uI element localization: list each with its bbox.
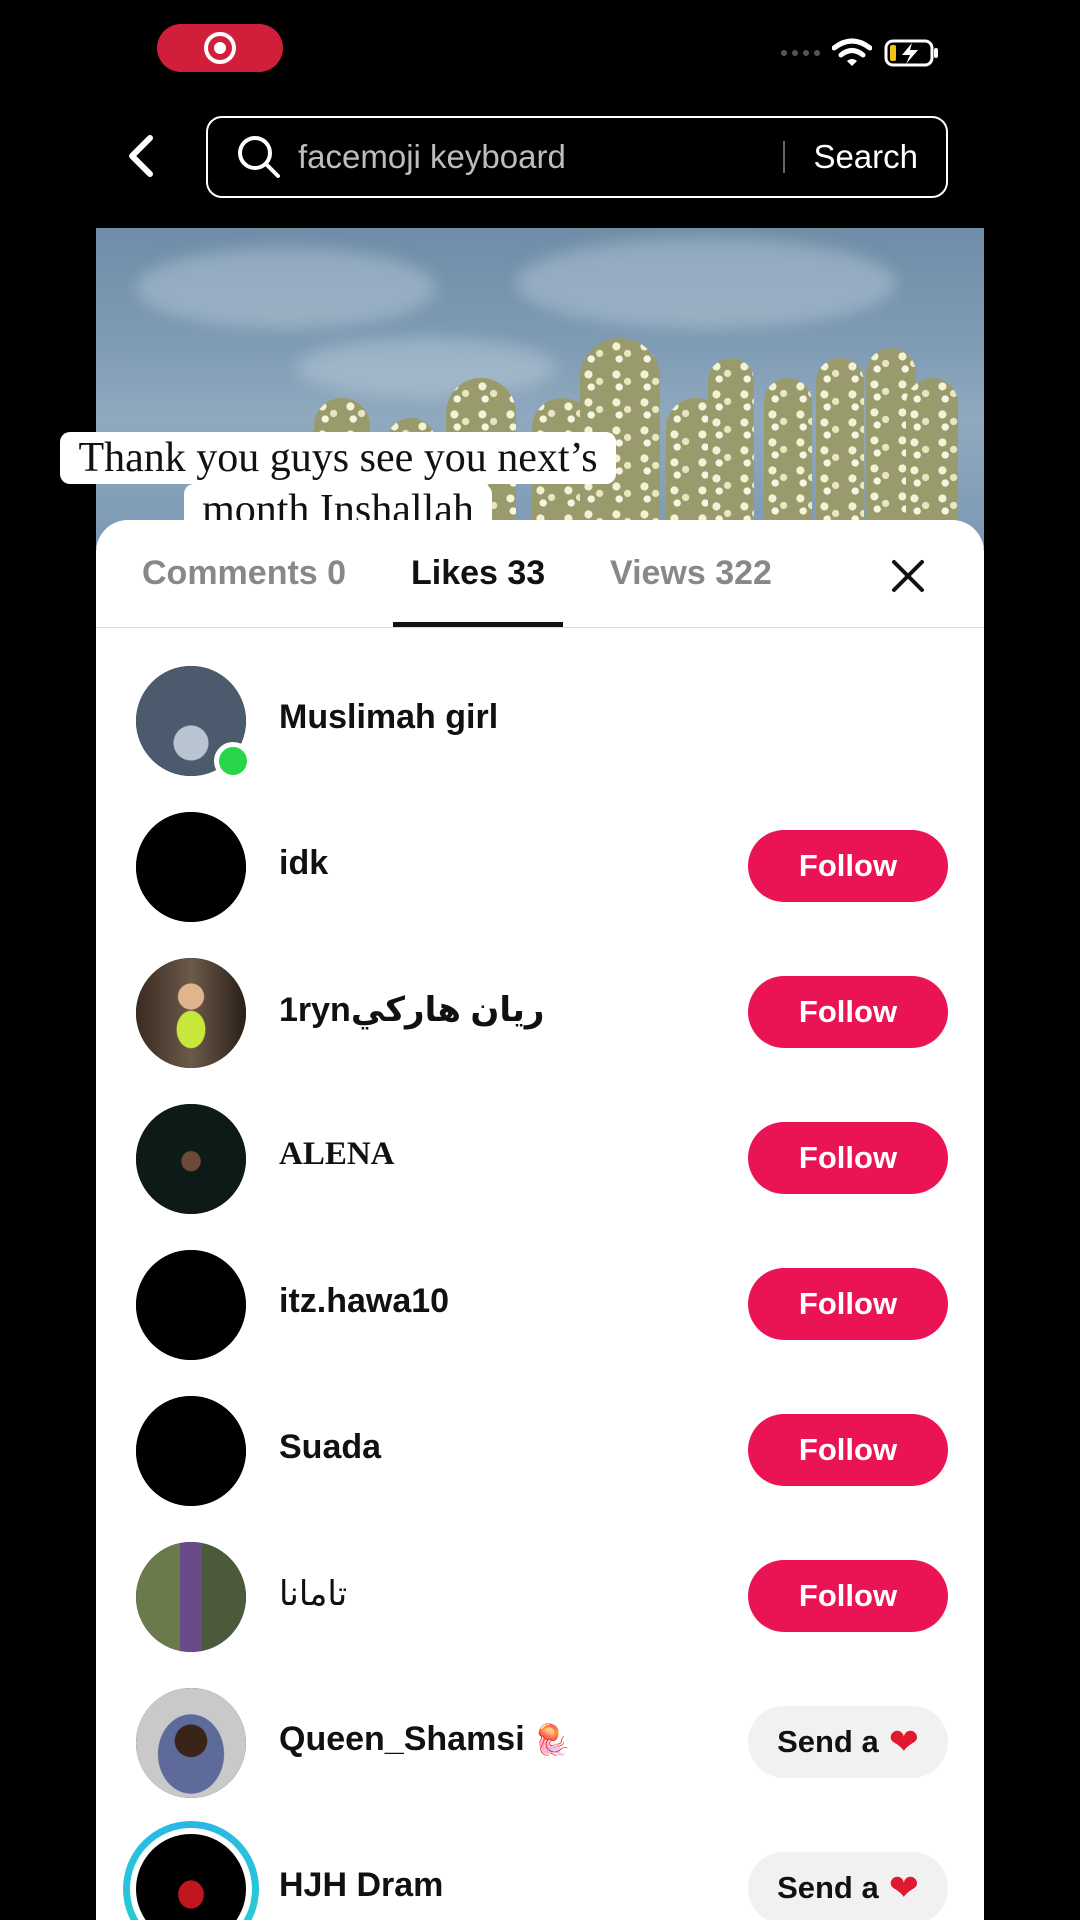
- username-text: Queen_Shamsi: [279, 1720, 525, 1758]
- search-button[interactable]: Search: [785, 138, 946, 176]
- list-item[interactable]: itz.hawa10 Follow: [96, 1250, 984, 1396]
- list-item[interactable]: Suada Follow: [96, 1396, 984, 1542]
- caption-line-1: Thank you guys see you next’s: [60, 432, 616, 484]
- avatar[interactable]: [136, 1688, 246, 1798]
- avatar[interactable]: [136, 1104, 246, 1214]
- online-status-dot: [214, 742, 252, 780]
- status-icons: [781, 38, 940, 68]
- follow-button[interactable]: Follow: [748, 1414, 948, 1486]
- jellyfish-emoji-icon: 🪼: [524, 1724, 571, 1757]
- avatar[interactable]: [136, 812, 246, 922]
- cellular-signal-icon: [781, 50, 820, 56]
- sheet-tabs: Comments 0 Likes 33 Views 322: [96, 520, 984, 628]
- wifi-icon: [832, 38, 872, 66]
- follow-button[interactable]: Follow: [748, 1560, 948, 1632]
- avatar[interactable]: [136, 666, 252, 780]
- likes-list: Muslimah girl idk Follow 1rynريان هاركي …: [96, 666, 984, 1920]
- follow-button[interactable]: Follow: [748, 976, 948, 1048]
- chevron-left-icon: [129, 135, 153, 177]
- send-heart-button[interactable]: Send a ❤: [748, 1852, 948, 1920]
- send-label: Send a: [777, 1870, 879, 1905]
- username[interactable]: ALENA: [279, 1136, 395, 1173]
- tab-views[interactable]: Views 322: [610, 554, 772, 593]
- list-item[interactable]: ALENA Follow: [96, 1104, 984, 1250]
- search-icon: [238, 136, 280, 178]
- heart-icon: ❤: [888, 1867, 919, 1908]
- avatar[interactable]: [136, 1396, 246, 1506]
- screen-record-indicator[interactable]: [157, 24, 283, 72]
- avatar[interactable]: [136, 1542, 246, 1652]
- battery-charging-icon: [884, 39, 938, 67]
- avatar[interactable]: [123, 1821, 259, 1920]
- username[interactable]: idk: [279, 844, 328, 883]
- close-icon[interactable]: [888, 556, 928, 596]
- search-input[interactable]: facemoji keyboard: [298, 138, 783, 176]
- list-item[interactable]: تامانا Follow: [96, 1542, 984, 1688]
- follow-button[interactable]: Follow: [748, 830, 948, 902]
- avatar[interactable]: [136, 1250, 246, 1360]
- list-item[interactable]: Muslimah girl: [96, 666, 984, 812]
- back-button[interactable]: [126, 130, 166, 182]
- search-bar[interactable]: facemoji keyboard Search: [206, 116, 948, 198]
- username[interactable]: تامانا: [279, 1574, 347, 1614]
- list-item[interactable]: HJH Dram Send a ❤: [96, 1821, 984, 1920]
- username[interactable]: 1rynريان هاركي: [279, 990, 545, 1030]
- username[interactable]: itz.hawa10: [279, 1282, 449, 1321]
- heart-icon: ❤: [888, 1721, 919, 1762]
- active-tab-indicator: [393, 622, 563, 627]
- tab-comments[interactable]: Comments 0: [142, 554, 346, 593]
- list-item[interactable]: Queen_Shamsi 🪼 Send a ❤: [96, 1688, 984, 1834]
- likes-sheet: Comments 0 Likes 33 Views 322 Muslimah g…: [96, 520, 984, 1920]
- follow-button[interactable]: Follow: [748, 1122, 948, 1194]
- list-item[interactable]: 1rynريان هاركي Follow: [96, 958, 984, 1104]
- username[interactable]: Queen_Shamsi 🪼: [279, 1720, 570, 1759]
- record-icon: [204, 32, 236, 64]
- username[interactable]: Muslimah girl: [279, 698, 498, 737]
- list-item[interactable]: idk Follow: [96, 812, 984, 958]
- username[interactable]: HJH Dram: [279, 1866, 443, 1905]
- username[interactable]: Suada: [279, 1428, 381, 1467]
- send-heart-button[interactable]: Send a ❤: [748, 1706, 948, 1778]
- send-label: Send a: [777, 1724, 879, 1759]
- avatar[interactable]: [136, 958, 246, 1068]
- tab-likes[interactable]: Likes 33: [411, 554, 545, 593]
- follow-button[interactable]: Follow: [748, 1268, 948, 1340]
